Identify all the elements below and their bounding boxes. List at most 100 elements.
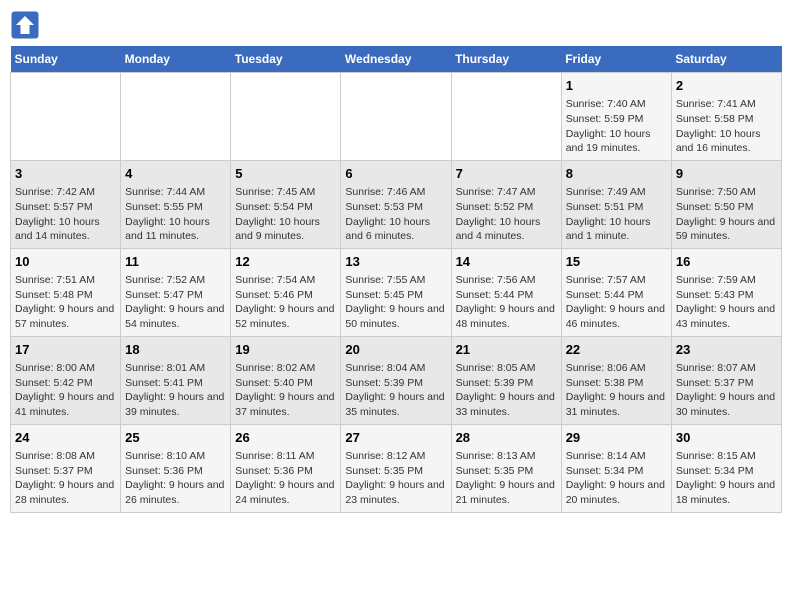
day-number: 12 [235,253,336,271]
calendar-header: SundayMondayTuesdayWednesdayThursdayFrid… [11,46,782,73]
calendar-body: 1 Sunrise: 7:40 AM Sunset: 5:59 PM Daylig… [11,73,782,513]
day-cell: 1 Sunrise: 7:40 AM Sunset: 5:59 PM Daylig… [561,73,671,161]
day-cell: 8 Sunrise: 7:49 AM Sunset: 5:51 PM Daylig… [561,160,671,248]
day-cell: 25 Sunrise: 8:10 AM Sunset: 5:36 PM Dayli… [121,424,231,512]
day-number: 24 [15,429,116,447]
day-cell: 9 Sunrise: 7:50 AM Sunset: 5:50 PM Daylig… [671,160,781,248]
day-number: 5 [235,165,336,183]
day-cell: 17Sunrise: 8:00 AM Sunset: 5:42 PM Dayli… [11,336,121,424]
day-info: Sunrise: 8:00 AM Sunset: 5:42 PM Dayligh… [15,361,116,420]
day-cell: 28Sunrise: 8:13 AM Sunset: 5:35 PM Dayli… [451,424,561,512]
day-info: Sunrise: 8:13 AM Sunset: 5:35 PM Dayligh… [456,449,557,508]
day-number: 26 [235,429,336,447]
day-info: Sunrise: 8:15 AM Sunset: 5:34 PM Dayligh… [676,449,777,508]
day-number: 22 [566,341,667,359]
day-info: Sunrise: 7:46 AM Sunset: 5:53 PM Dayligh… [345,185,446,244]
day-header-saturday: Saturday [671,46,781,73]
week-row-4: 17Sunrise: 8:00 AM Sunset: 5:42 PM Dayli… [11,336,782,424]
day-number: 1 [566,77,667,95]
day-info: Sunrise: 7:54 AM Sunset: 5:46 PM Dayligh… [235,273,336,332]
day-cell: 5 Sunrise: 7:45 AM Sunset: 5:54 PM Daylig… [231,160,341,248]
day-cell: 22 Sunrise: 8:06 AM Sunset: 5:38 PM Dayli… [561,336,671,424]
day-header-tuesday: Tuesday [231,46,341,73]
day-info: Sunrise: 7:40 AM Sunset: 5:59 PM Dayligh… [566,97,667,156]
day-number: 15 [566,253,667,271]
header-row: SundayMondayTuesdayWednesdayThursdayFrid… [11,46,782,73]
day-cell: 11 Sunrise: 7:52 AM Sunset: 5:47 PM Dayli… [121,248,231,336]
day-number: 16 [676,253,777,271]
day-cell: 29 Sunrise: 8:14 AM Sunset: 5:34 PM Dayli… [561,424,671,512]
day-number: 9 [676,165,777,183]
day-info: Sunrise: 7:56 AM Sunset: 5:44 PM Dayligh… [456,273,557,332]
day-cell: 3 Sunrise: 7:42 AM Sunset: 5:57 PM Daylig… [11,160,121,248]
day-cell: 6 Sunrise: 7:46 AM Sunset: 5:53 PM Daylig… [341,160,451,248]
day-header-sunday: Sunday [11,46,121,73]
day-cell: 2 Sunrise: 7:41 AM Sunset: 5:58 PM Daylig… [671,73,781,161]
day-number: 8 [566,165,667,183]
calendar-table: SundayMondayTuesdayWednesdayThursdayFrid… [10,46,782,513]
day-number: 21 [456,341,557,359]
day-number: 18 [125,341,226,359]
day-cell: 19Sunrise: 8:02 AM Sunset: 5:40 PM Dayli… [231,336,341,424]
day-cell: 18Sunrise: 8:01 AM Sunset: 5:41 PM Dayli… [121,336,231,424]
day-info: Sunrise: 7:50 AM Sunset: 5:50 PM Dayligh… [676,185,777,244]
day-header-friday: Friday [561,46,671,73]
day-cell: 30 Sunrise: 8:15 AM Sunset: 5:34 PM Dayli… [671,424,781,512]
day-cell: 16 Sunrise: 7:59 AM Sunset: 5:43 PM Dayli… [671,248,781,336]
week-row-2: 3 Sunrise: 7:42 AM Sunset: 5:57 PM Daylig… [11,160,782,248]
day-cell [11,73,121,161]
day-info: Sunrise: 7:45 AM Sunset: 5:54 PM Dayligh… [235,185,336,244]
day-info: Sunrise: 7:47 AM Sunset: 5:52 PM Dayligh… [456,185,557,244]
day-info: Sunrise: 8:04 AM Sunset: 5:39 PM Dayligh… [345,361,446,420]
day-info: Sunrise: 7:44 AM Sunset: 5:55 PM Dayligh… [125,185,226,244]
day-cell: 12 Sunrise: 7:54 AM Sunset: 5:46 PM Dayli… [231,248,341,336]
day-number: 14 [456,253,557,271]
day-info: Sunrise: 7:57 AM Sunset: 5:44 PM Dayligh… [566,273,667,332]
day-cell: 26 Sunrise: 8:11 AM Sunset: 5:36 PM Dayli… [231,424,341,512]
day-number: 7 [456,165,557,183]
day-info: Sunrise: 7:42 AM Sunset: 5:57 PM Dayligh… [15,185,116,244]
day-header-monday: Monday [121,46,231,73]
day-info: Sunrise: 7:51 AM Sunset: 5:48 PM Dayligh… [15,273,116,332]
day-header-thursday: Thursday [451,46,561,73]
day-cell: 21Sunrise: 8:05 AM Sunset: 5:39 PM Dayli… [451,336,561,424]
day-number: 4 [125,165,226,183]
day-cell: 24Sunrise: 8:08 AM Sunset: 5:37 PM Dayli… [11,424,121,512]
day-cell: 7 Sunrise: 7:47 AM Sunset: 5:52 PM Daylig… [451,160,561,248]
day-info: Sunrise: 8:07 AM Sunset: 5:37 PM Dayligh… [676,361,777,420]
day-info: Sunrise: 7:49 AM Sunset: 5:51 PM Dayligh… [566,185,667,244]
day-info: Sunrise: 8:06 AM Sunset: 5:38 PM Dayligh… [566,361,667,420]
day-cell: 14 Sunrise: 7:56 AM Sunset: 5:44 PM Dayli… [451,248,561,336]
day-number: 11 [125,253,226,271]
day-number: 20 [345,341,446,359]
day-info: Sunrise: 8:14 AM Sunset: 5:34 PM Dayligh… [566,449,667,508]
day-info: Sunrise: 7:55 AM Sunset: 5:45 PM Dayligh… [345,273,446,332]
day-cell [451,73,561,161]
week-row-5: 24Sunrise: 8:08 AM Sunset: 5:37 PM Dayli… [11,424,782,512]
day-number: 29 [566,429,667,447]
day-cell: 4 Sunrise: 7:44 AM Sunset: 5:55 PM Daylig… [121,160,231,248]
day-info: Sunrise: 7:41 AM Sunset: 5:58 PM Dayligh… [676,97,777,156]
day-header-wednesday: Wednesday [341,46,451,73]
week-row-3: 10 Sunrise: 7:51 AM Sunset: 5:48 PM Dayli… [11,248,782,336]
day-info: Sunrise: 8:11 AM Sunset: 5:36 PM Dayligh… [235,449,336,508]
day-info: Sunrise: 8:10 AM Sunset: 5:36 PM Dayligh… [125,449,226,508]
day-number: 25 [125,429,226,447]
day-info: Sunrise: 7:59 AM Sunset: 5:43 PM Dayligh… [676,273,777,332]
day-info: Sunrise: 7:52 AM Sunset: 5:47 PM Dayligh… [125,273,226,332]
week-row-1: 1 Sunrise: 7:40 AM Sunset: 5:59 PM Daylig… [11,73,782,161]
day-cell: 27 Sunrise: 8:12 AM Sunset: 5:35 PM Dayli… [341,424,451,512]
day-number: 6 [345,165,446,183]
day-cell [121,73,231,161]
day-number: 23 [676,341,777,359]
day-info: Sunrise: 8:12 AM Sunset: 5:35 PM Dayligh… [345,449,446,508]
day-cell: 23 Sunrise: 8:07 AM Sunset: 5:37 PM Dayli… [671,336,781,424]
day-number: 10 [15,253,116,271]
day-number: 2 [676,77,777,95]
day-number: 3 [15,165,116,183]
day-number: 30 [676,429,777,447]
day-number: 27 [345,429,446,447]
logo-icon [10,10,40,40]
day-number: 13 [345,253,446,271]
day-cell: 13 Sunrise: 7:55 AM Sunset: 5:45 PM Dayli… [341,248,451,336]
